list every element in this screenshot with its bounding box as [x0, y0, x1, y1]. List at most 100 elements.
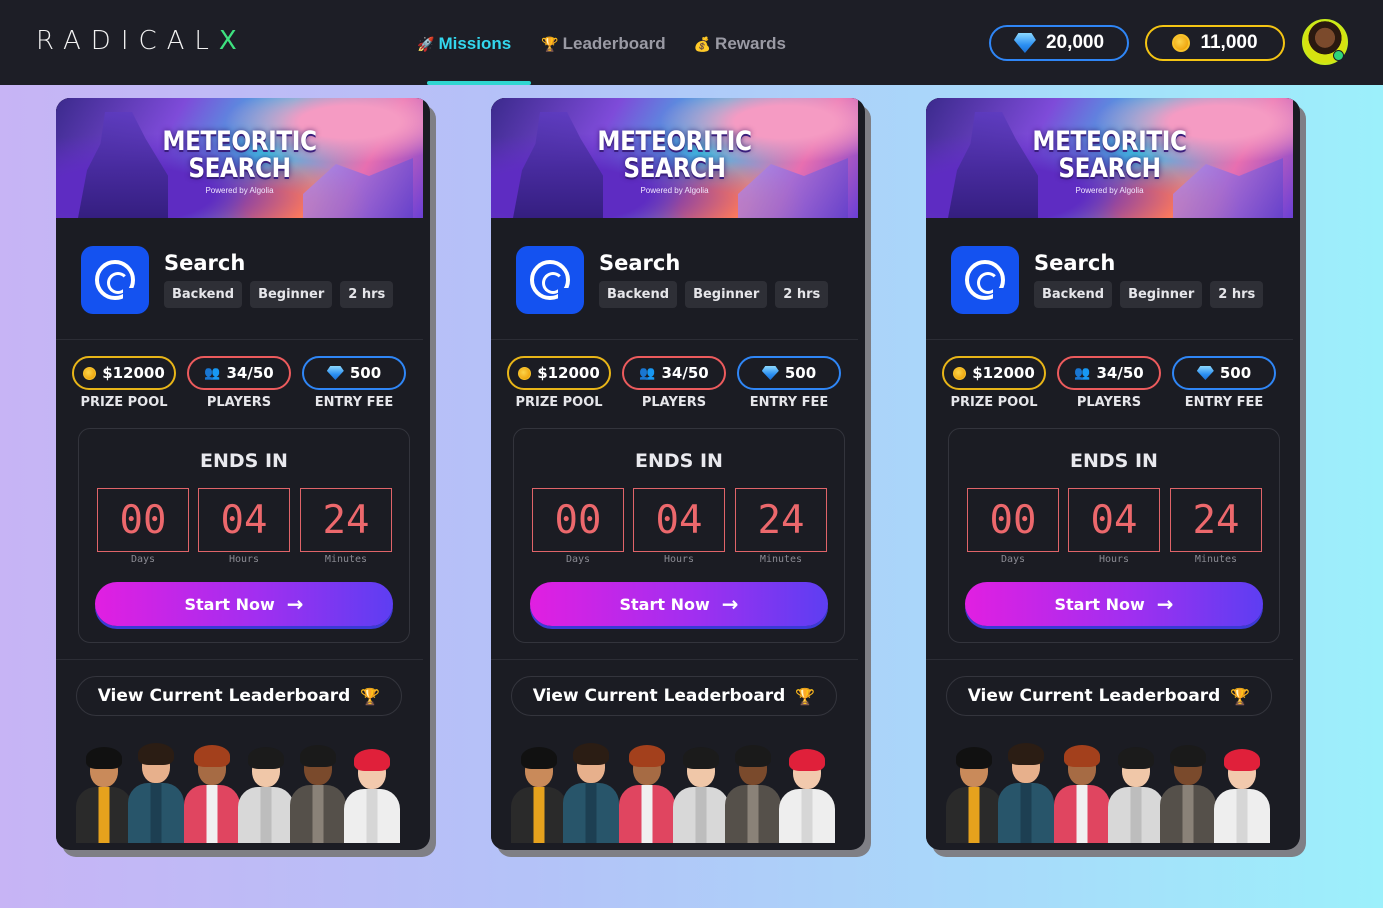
player-avatar: [1106, 747, 1166, 843]
player-avatar: [671, 747, 731, 843]
mission-card-1: METEORITIC SEARCH Powered by Algolia Sear…: [56, 98, 430, 850]
tag-category: Backend: [164, 281, 243, 308]
ends-in-heading: ENDS IN: [1070, 450, 1158, 472]
people-icon: 👥: [204, 365, 221, 381]
days-value: 00: [97, 488, 189, 552]
divider: [56, 659, 423, 660]
player-avatars-illustration: [74, 732, 404, 843]
nav-missions-label: Missions: [438, 34, 512, 53]
players-value: 34/50: [661, 364, 709, 382]
coins-balance[interactable]: 11,000: [1145, 25, 1285, 61]
player-avatars-illustration: [944, 732, 1274, 843]
algolia-logo-icon: [951, 246, 1019, 314]
entry-fee-stat: 500 ENTRY FEE: [737, 356, 841, 410]
player-avatar: [617, 745, 677, 843]
nav-leaderboard[interactable]: 🏆 Leaderboard: [529, 30, 677, 85]
players-stat: 👥 34/50 PLAYERS: [1057, 356, 1161, 410]
trophy-icon: 🏆: [795, 686, 816, 706]
countdown-panel: ENDS IN 00 04 24 Days Hours Minutes Star…: [948, 428, 1280, 643]
hours-value: 04: [1068, 488, 1160, 552]
players-value: 34/50: [226, 364, 274, 382]
mission-tags: Backend Beginner 2 hrs: [599, 281, 829, 308]
start-now-label: Start Now: [619, 594, 710, 614]
start-now-button[interactable]: Start Now →: [530, 582, 828, 626]
days-label: Days: [1000, 554, 1026, 565]
fee-value: 500: [784, 364, 817, 382]
gems-balance[interactable]: 20,000: [989, 25, 1129, 61]
view-leaderboard-label: View Current Leaderboard: [967, 686, 1221, 706]
logo-accent: X: [218, 26, 247, 56]
days-value: 00: [532, 488, 624, 552]
players-stat: 👥 34/50 PLAYERS: [187, 356, 291, 410]
coins-value: 11,000: [1200, 32, 1258, 53]
hours-label: Hours: [228, 554, 260, 565]
coin-icon: [518, 366, 532, 380]
trophy-icon: 🏆: [360, 686, 381, 706]
players-label: PLAYERS: [641, 395, 707, 410]
player-avatar: [342, 749, 402, 843]
prize-value: $12000: [537, 364, 600, 382]
banner-title: METEORITIC SEARCH: [597, 126, 752, 184]
banner-powered-by: Powered by Algolia: [640, 186, 709, 195]
arrow-right-icon: →: [1156, 592, 1174, 616]
tag-duration: 2 hrs: [340, 281, 394, 308]
ends-in-heading: ENDS IN: [635, 450, 723, 472]
prize-value: $12000: [102, 364, 165, 382]
diamond-icon: [326, 366, 344, 380]
days-label: Days: [565, 554, 591, 565]
tag-level: Beginner: [250, 281, 333, 308]
view-leaderboard-button[interactable]: View Current Leaderboard 🏆: [76, 676, 402, 716]
start-now-label: Start Now: [184, 594, 275, 614]
money-bag-icon: 💰: [693, 36, 712, 52]
prize-pool-stat: $12000 PRIZE POOL: [72, 356, 176, 410]
tag-duration: 2 hrs: [1210, 281, 1264, 308]
hours-label: Hours: [1098, 554, 1130, 565]
mission-tags: Backend Beginner 2 hrs: [1034, 281, 1264, 308]
divider: [926, 659, 1293, 660]
prize-value: $12000: [972, 364, 1035, 382]
mission-card-2: METEORITIC SEARCH Powered by Algolia Sear…: [491, 98, 865, 850]
gems-value: 20,000: [1045, 32, 1105, 53]
mission-banner[interactable]: METEORITIC SEARCH Powered by Algolia: [926, 98, 1293, 218]
player-avatar: [74, 747, 134, 843]
diamond-icon: [1013, 33, 1036, 53]
entry-fee-stat: 500 ENTRY FEE: [1172, 356, 1276, 410]
minutes-value: 24: [1170, 488, 1262, 552]
algolia-logo-icon: [81, 246, 149, 314]
diamond-icon: [761, 366, 779, 380]
minutes-label: Minutes: [1194, 554, 1238, 565]
prize-label: PRIZE POOL: [515, 395, 603, 410]
divider: [926, 339, 1293, 340]
hours-value: 04: [633, 488, 725, 552]
mission-banner[interactable]: METEORITIC SEARCH Powered by Algolia: [56, 98, 423, 218]
fee-value: 500: [1219, 364, 1252, 382]
countdown-panel: ENDS IN 00 04 24 Days Hours Minutes Star…: [513, 428, 845, 643]
prize-label: PRIZE POOL: [950, 395, 1038, 410]
coin-icon: [83, 366, 97, 380]
tag-category: Backend: [599, 281, 678, 308]
player-avatar: [126, 743, 186, 843]
start-now-button[interactable]: Start Now →: [965, 582, 1263, 626]
prize-pool-stat: $12000 PRIZE POOL: [507, 356, 611, 410]
view-leaderboard-label: View Current Leaderboard: [532, 686, 786, 706]
mission-banner[interactable]: METEORITIC SEARCH Powered by Algolia: [491, 98, 858, 218]
top-navbar: RADICALX 🚀 Missions 🏆 Leaderboard 💰 Rewa…: [0, 0, 1383, 85]
nav-missions[interactable]: 🚀 Missions: [405, 30, 532, 85]
trophy-icon: 🏆: [1230, 686, 1251, 706]
start-now-label: Start Now: [1054, 594, 1145, 614]
view-leaderboard-label: View Current Leaderboard: [97, 686, 351, 706]
player-avatar: [777, 749, 837, 843]
hours-label: Hours: [663, 554, 695, 565]
start-now-button[interactable]: Start Now →: [95, 582, 393, 626]
user-avatar[interactable]: [1302, 19, 1348, 65]
view-leaderboard-button[interactable]: View Current Leaderboard 🏆: [946, 676, 1272, 716]
radicalx-logo[interactable]: RADICALX: [36, 26, 247, 56]
minutes-value: 24: [300, 488, 392, 552]
mission-title: Search: [164, 251, 246, 275]
rocket-icon: 🚀: [417, 36, 435, 52]
player-avatar: [1052, 745, 1112, 843]
view-leaderboard-button[interactable]: View Current Leaderboard 🏆: [511, 676, 837, 716]
prize-label: PRIZE POOL: [80, 395, 168, 410]
player-avatar: [944, 747, 1004, 843]
nav-rewards[interactable]: 💰 Rewards: [682, 30, 798, 85]
